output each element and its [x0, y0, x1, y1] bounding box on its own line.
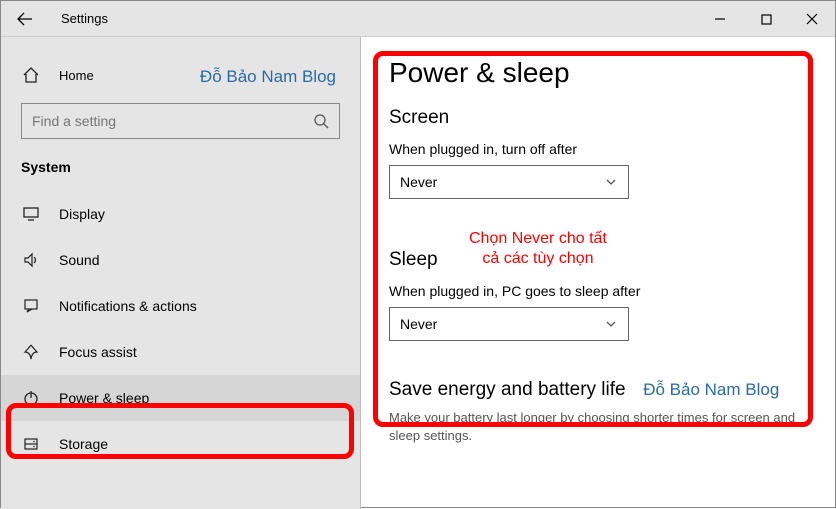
content-pane: Power & sleep Screen When plugged in, tu…	[361, 37, 835, 509]
home-icon	[21, 66, 41, 84]
sidebar-item-sound[interactable]: Sound	[1, 237, 360, 283]
footer-heading: Save energy and battery life	[389, 379, 626, 400]
close-icon	[806, 13, 818, 25]
sidebar-item-label: Notifications & actions	[59, 298, 197, 314]
sidebar-item-power-sleep[interactable]: Power & sleep	[1, 375, 360, 421]
power-icon	[21, 389, 41, 407]
sound-icon	[21, 251, 41, 269]
sidebar-item-focus-assist[interactable]: Focus assist	[1, 329, 360, 375]
window-title: Settings	[61, 11, 108, 26]
chevron-down-icon	[604, 317, 618, 331]
annotation-text: Chọn Never cho tất cả các tùy chọn	[469, 229, 607, 269]
window-controls	[697, 1, 835, 37]
search-input[interactable]	[22, 113, 303, 129]
sidebar-item-label: Focus assist	[59, 344, 137, 360]
sidebar-nav: Display Sound Notifications & actions Fo…	[1, 191, 360, 467]
page-title: Power & sleep	[389, 57, 807, 89]
storage-icon	[21, 435, 41, 453]
back-button[interactable]	[13, 7, 37, 31]
back-arrow-icon	[17, 11, 33, 27]
footer-brand: Đỗ Bảo Nam Blog	[643, 380, 779, 399]
sidebar-item-notifications[interactable]: Notifications & actions	[1, 283, 360, 329]
maximize-button[interactable]	[743, 1, 789, 37]
sidebar-item-display[interactable]: Display	[1, 191, 360, 237]
titlebar: Settings	[1, 1, 835, 37]
maximize-icon	[761, 14, 772, 25]
search-box[interactable]	[21, 103, 340, 139]
focus-assist-icon	[21, 343, 41, 361]
sidebar-item-label: Power & sleep	[59, 390, 149, 406]
search-icon	[303, 113, 339, 129]
sidebar-item-label: Display	[59, 206, 105, 222]
screen-heading: Screen	[389, 107, 807, 129]
notifications-icon	[21, 297, 41, 315]
annotation-line2: cả các tùy chọn	[469, 249, 607, 269]
sleep-timeout-value: Never	[400, 316, 437, 332]
display-icon	[21, 205, 41, 223]
minimize-icon	[714, 13, 726, 25]
sleep-field-label: When plugged in, PC goes to sleep after	[389, 283, 807, 299]
screen-timeout-select[interactable]: Never	[389, 165, 629, 199]
annotation-line1: Chọn Never cho tất	[469, 229, 607, 249]
sidebar: Home Đỗ Bảo Nam Blog System Display Soun…	[1, 37, 361, 509]
chevron-down-icon	[604, 175, 618, 189]
sidebar-item-storage[interactable]: Storage	[1, 421, 360, 467]
sidebar-item-label: Sound	[59, 252, 99, 268]
screen-field-label: When plugged in, turn off after	[389, 141, 807, 157]
footer-description: Make your battery last longer by choosin…	[389, 409, 807, 445]
sleep-timeout-select[interactable]: Never	[389, 307, 629, 341]
screen-timeout-value: Never	[400, 174, 437, 190]
sidebar-item-label: Storage	[59, 436, 108, 452]
footer-block: Save energy and battery life Đỗ Bảo Nam …	[389, 379, 807, 445]
sidebar-section-label: System	[1, 153, 360, 181]
sidebar-home-label: Home	[59, 68, 94, 83]
close-button[interactable]	[789, 1, 835, 37]
minimize-button[interactable]	[697, 1, 743, 37]
brand-watermark: Đỗ Bảo Nam Blog	[200, 67, 336, 87]
